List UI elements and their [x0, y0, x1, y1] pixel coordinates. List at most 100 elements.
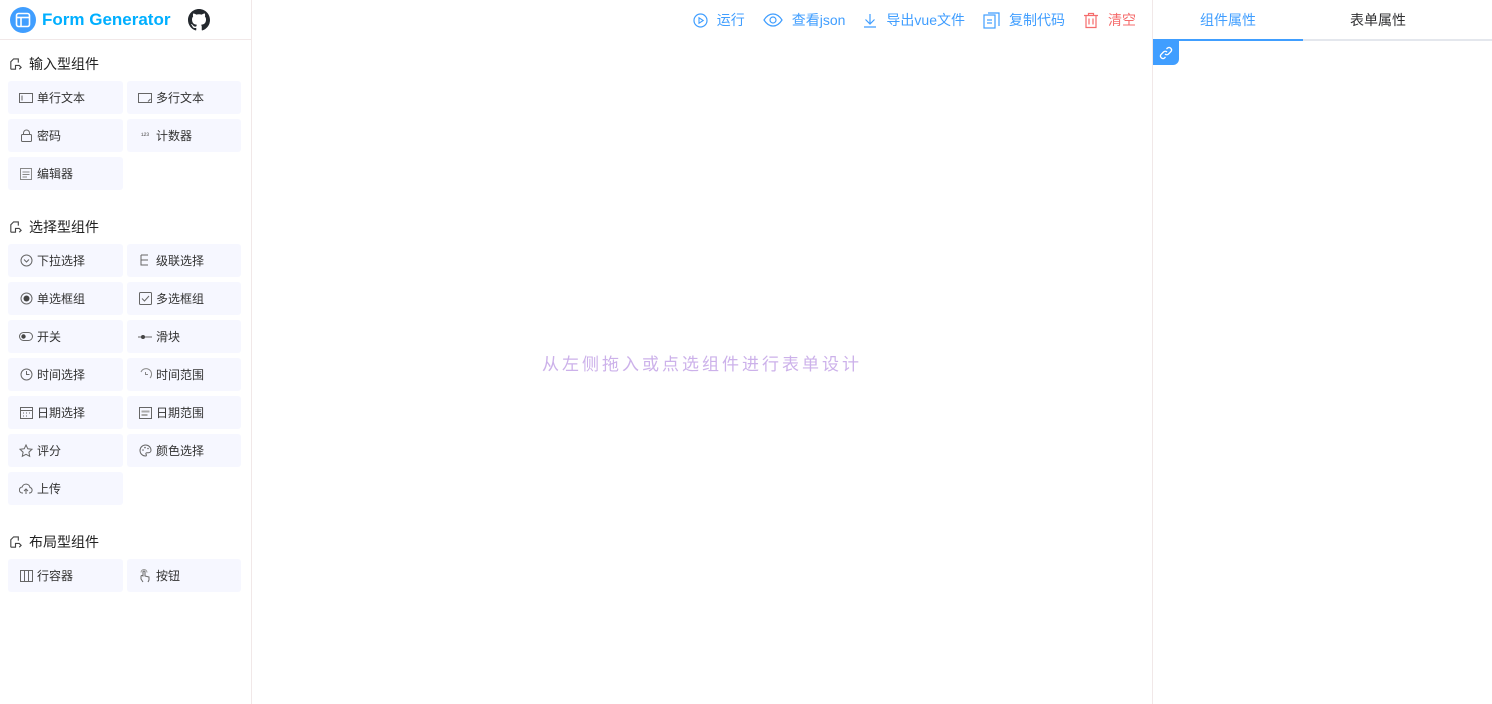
upload-icon: [19, 482, 33, 496]
component-label: 按钮: [156, 569, 181, 583]
time-icon: [19, 368, 33, 382]
color-icon: [138, 444, 152, 458]
select-components-grid: 下拉选择 级联选择 单选框组 多选框组 开关 滑块 时间选择 时间范围 日期选择…: [0, 244, 251, 505]
date-range-icon: [138, 406, 152, 420]
clear-button[interactable]: 清空: [1083, 10, 1136, 30]
component-label: 单选框组: [37, 292, 86, 306]
component-label: 多选框组: [156, 292, 205, 306]
eye-icon: [763, 13, 783, 27]
component-label: 下拉选择: [37, 254, 86, 268]
properties-panel: 组件属性 表单属性: [1152, 0, 1492, 704]
component-button[interactable]: 按钮: [127, 559, 241, 592]
component-label: 计数器: [156, 129, 193, 143]
component-row[interactable]: 行容器: [8, 559, 123, 592]
run-button[interactable]: 运行: [693, 10, 745, 30]
component-label: 多行文本: [156, 91, 205, 105]
empty-canvas-hint: 从左侧拖入或点选组件进行表单设计: [542, 355, 862, 374]
component-switch[interactable]: 开关: [8, 320, 123, 353]
component-cascader[interactable]: 级联选择: [127, 244, 241, 277]
component-group-icon: [10, 535, 22, 548]
component-password[interactable]: 密码: [8, 119, 123, 152]
clear-label: 清空: [1108, 12, 1136, 28]
group-title-label: 选择型组件: [29, 219, 99, 235]
app-title: Form Generator: [42, 9, 171, 29]
component-label: 滑块: [156, 330, 181, 344]
component-label: 时间选择: [37, 368, 86, 382]
download-icon: [864, 13, 877, 28]
group-title-label: 输入型组件: [29, 56, 99, 72]
date-icon: [19, 406, 33, 420]
group-title-label: 布局型组件: [29, 534, 99, 550]
group-title-input: 输入型组件: [0, 54, 251, 74]
logo-bar: Form Generator: [0, 0, 251, 40]
cascader-icon: [138, 254, 152, 268]
rate-icon: [19, 443, 33, 458]
component-label: 开关: [37, 330, 62, 344]
document-link-button[interactable]: [1153, 41, 1179, 65]
component-label: 密码: [37, 129, 62, 143]
action-bar: 运行 查看json 导出vue文件 复制代码 清空: [693, 0, 1136, 40]
button-icon: [138, 568, 152, 583]
run-label: 运行: [716, 12, 745, 28]
component-group-icon: [10, 57, 22, 70]
component-time[interactable]: 时间选择: [8, 358, 123, 391]
component-editor[interactable]: 编辑器: [8, 157, 123, 190]
row-icon: [19, 569, 33, 583]
password-icon: [19, 129, 33, 143]
textarea-icon: [138, 91, 152, 105]
form-generator-app: Form Generator 输入型组件 单行文本 多行文本 密码 ¹²³ 计数器…: [0, 0, 1492, 704]
component-upload[interactable]: 上传: [8, 472, 123, 505]
form-canvas[interactable]: 运行 查看json 导出vue文件 复制代码 清空 从左侧拖入或点选组件进行表单…: [252, 0, 1152, 704]
radio-icon: [19, 292, 33, 306]
component-radio[interactable]: 单选框组: [8, 282, 123, 315]
component-panel: Form Generator 输入型组件 单行文本 多行文本 密码 ¹²³ 计数器…: [0, 0, 252, 704]
copy-code-label: 复制代码: [1009, 12, 1065, 28]
component-checkbox[interactable]: 多选框组: [127, 282, 241, 315]
export-vue-label: 导出vue文件: [886, 12, 965, 28]
component-group-icon: [10, 220, 22, 233]
component-label: 评分: [37, 444, 62, 458]
delete-icon: [1084, 12, 1098, 28]
group-title-select: 选择型组件: [0, 217, 251, 237]
input-icon: [19, 91, 33, 105]
component-label: 上传: [37, 482, 62, 496]
component-date-range[interactable]: 日期范围: [127, 396, 241, 429]
component-label: 日期范围: [156, 406, 205, 420]
component-input[interactable]: 单行文本: [8, 81, 123, 114]
export-vue-button[interactable]: 导出vue文件: [863, 10, 965, 30]
component-select[interactable]: 下拉选择: [8, 244, 123, 277]
component-label: 颜色选择: [156, 444, 205, 458]
switch-icon: [19, 330, 33, 344]
view-json-button[interactable]: 查看json: [763, 10, 846, 30]
component-label: 日期选择: [37, 406, 86, 420]
component-slider[interactable]: 滑块: [127, 320, 241, 353]
tab-component-properties[interactable]: 组件属性: [1153, 0, 1303, 39]
form-logo-icon: [10, 6, 36, 33]
component-label: 级联选择: [156, 254, 205, 268]
component-color[interactable]: 颜色选择: [127, 434, 241, 467]
component-rate[interactable]: 评分: [8, 434, 123, 467]
component-label: 时间范围: [156, 368, 205, 382]
github-icon[interactable]: [188, 8, 211, 31]
number-icon: ¹²³: [141, 131, 149, 140]
component-time-range[interactable]: 时间范围: [127, 358, 241, 391]
document-copy-icon: [983, 11, 1000, 29]
time-range-icon: [138, 368, 152, 382]
component-textarea[interactable]: 多行文本: [127, 81, 241, 114]
group-title-layout: 布局型组件: [0, 532, 251, 552]
properties-tabs: 组件属性 表单属性: [1153, 0, 1492, 41]
checkbox-icon: [138, 292, 152, 306]
view-json-label: 查看json: [791, 12, 846, 28]
copy-code-button[interactable]: 复制代码: [983, 10, 1065, 30]
input-components-grid: 单行文本 多行文本 密码 ¹²³ 计数器 编辑器: [0, 81, 251, 190]
component-label: 单行文本: [37, 91, 86, 105]
editor-icon: [19, 167, 33, 181]
component-label: 编辑器: [37, 167, 74, 181]
layout-components-grid: 行容器 按钮: [0, 559, 251, 592]
component-number[interactable]: ¹²³ 计数器: [127, 119, 241, 152]
select-icon: [19, 254, 33, 268]
play-icon: [693, 12, 708, 28]
slider-icon: [138, 330, 152, 344]
tab-form-properties[interactable]: 表单属性: [1303, 0, 1453, 39]
component-date[interactable]: 日期选择: [8, 396, 123, 429]
